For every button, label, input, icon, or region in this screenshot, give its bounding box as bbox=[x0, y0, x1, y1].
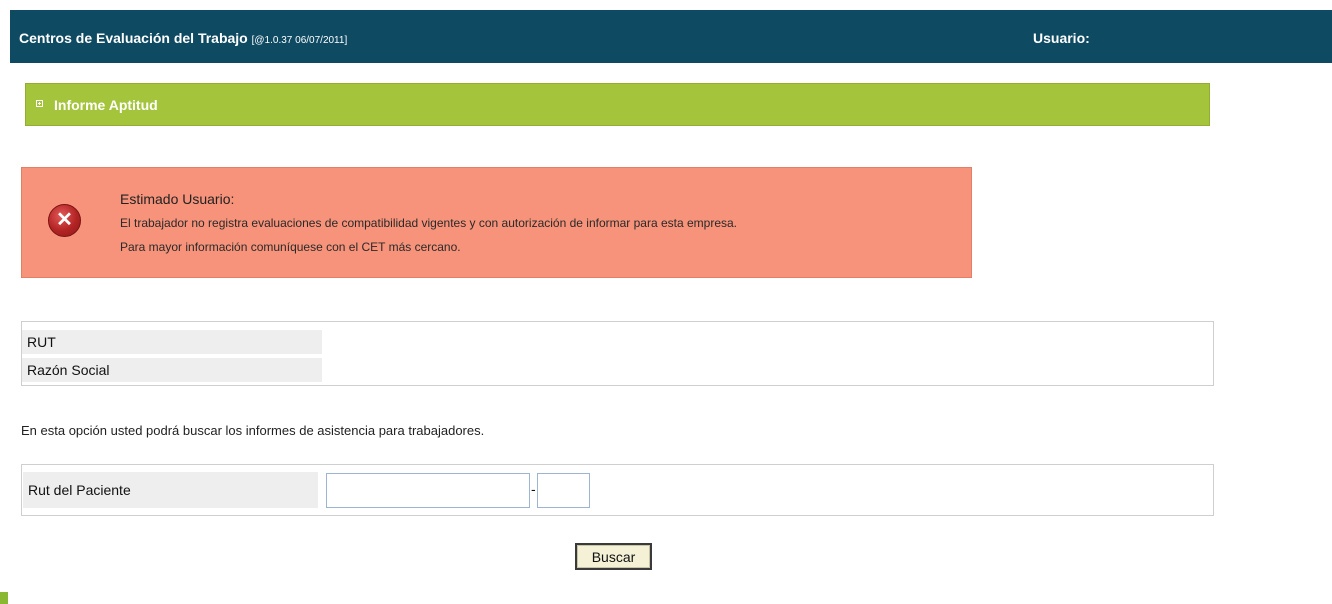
rut-paciente-input[interactable] bbox=[326, 473, 530, 508]
alert-message-line-2: Para mayor información comuníquese con e… bbox=[120, 240, 461, 254]
search-instructions: En esta opción usted podrá buscar los in… bbox=[21, 423, 485, 438]
top-header-bar: Centros de Evaluación del Trabajo [@1.0.… bbox=[10, 10, 1332, 63]
rut-label: RUT bbox=[27, 334, 56, 350]
section-header-informe-aptitud[interactable]: Informe Aptitud bbox=[25, 83, 1210, 126]
rut-dv-input[interactable] bbox=[537, 473, 590, 508]
search-label-cell: Rut del Paciente bbox=[23, 472, 318, 508]
app-version: [@1.0.37 06/07/2011] bbox=[251, 35, 348, 46]
company-razon-social-row: Razón Social bbox=[22, 358, 322, 382]
razon-social-label: Razón Social bbox=[27, 362, 110, 378]
alert-title: Estimado Usuario: bbox=[120, 191, 235, 207]
app-title: Centros de Evaluación del Trabajo [@1.0.… bbox=[19, 30, 347, 46]
search-form-panel: Rut del Paciente - bbox=[21, 464, 1214, 516]
user-label: Usuario: bbox=[1033, 30, 1090, 46]
company-info-panel: RUT Razón Social bbox=[21, 321, 1214, 386]
rut-paciente-label: Rut del Paciente bbox=[28, 482, 131, 498]
alert-message-line-1: El trabajador no registra evaluaciones d… bbox=[120, 216, 738, 230]
buscar-button[interactable]: Buscar bbox=[575, 543, 652, 570]
expand-icon[interactable] bbox=[36, 100, 43, 107]
section-title: Informe Aptitud bbox=[54, 97, 158, 113]
app-title-text: Centros de Evaluación del Trabajo bbox=[19, 30, 248, 46]
company-rut-row: RUT bbox=[22, 330, 322, 354]
error-x-icon: ✕ bbox=[48, 204, 81, 237]
error-alert: ✕ Estimado Usuario: El trabajador no reg… bbox=[21, 167, 972, 278]
rut-separator: - bbox=[531, 481, 536, 497]
corner-accent bbox=[0, 592, 8, 604]
